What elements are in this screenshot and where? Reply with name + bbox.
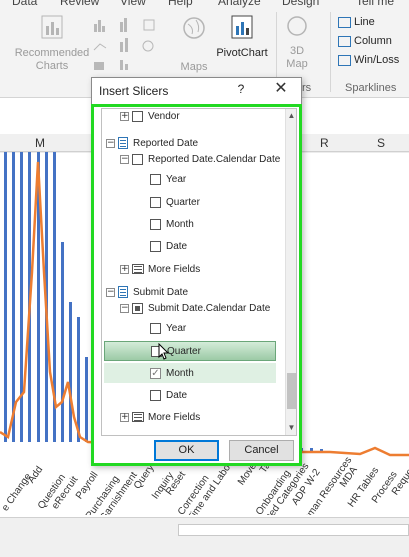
list-item-year[interactable]: Year — [150, 318, 296, 338]
list-item-month-checked[interactable]: ✓ Month — [104, 363, 276, 383]
tab-review[interactable]: Review — [60, 0, 99, 8]
tours-group-label: rs — [302, 82, 312, 94]
list-item-more-fields[interactable]: + More Fields — [120, 259, 296, 279]
expand-icon[interactable]: + — [120, 111, 129, 121]
checkbox[interactable] — [150, 389, 161, 401]
sparkline-line-label: Line — [354, 16, 375, 28]
checked-checkbox[interactable]: ✓ — [150, 367, 161, 379]
ok-button[interactable]: OK — [154, 440, 219, 461]
vertical-scroll-thumb[interactable] — [287, 373, 296, 409]
tab-analyze[interactable]: Analyze — [218, 0, 261, 8]
close-button[interactable]: ✕ — [272, 80, 290, 98]
list-item-label: Reported Date.Calendar Date — [148, 153, 281, 165]
checkbox[interactable] — [150, 240, 161, 252]
list-item-reported-calendar-date[interactable]: − Reported Date.Calendar Date — [120, 149, 296, 169]
column-header-s[interactable]: S — [377, 136, 385, 150]
ribbon-tab-strip: Data Review View Help Analyze Design Tel… — [0, 0, 409, 8]
tab-view[interactable]: View — [120, 0, 146, 8]
insert-slicers-dialog: Insert Slicers ? ✕ + Vendor − Reported D… — [91, 77, 302, 466]
recommended-charts-label: Recommended Charts — [14, 47, 90, 72]
winloss-sparkline-icon — [338, 54, 351, 66]
maps-label: Maps — [180, 61, 208, 73]
globe-icon — [183, 17, 205, 39]
list-item-label: Vendor — [148, 110, 180, 122]
pivotchart-icon — [231, 15, 253, 39]
3d-map-icon — [287, 16, 307, 36]
list-item-label: Date — [166, 240, 188, 252]
sparkline-winloss-button[interactable]: Win/Loss — [338, 54, 399, 66]
chart-type-icons[interactable] — [92, 16, 172, 74]
list-item-date[interactable]: Date — [150, 236, 296, 256]
cancel-button[interactable]: Cancel — [229, 440, 294, 461]
column-header-m[interactable]: M — [35, 136, 45, 150]
list-item-label: Year — [166, 173, 187, 185]
sparkline-line-button[interactable]: Line — [338, 16, 375, 28]
list-item-year[interactable]: Year — [150, 169, 296, 189]
vertical-scrollbar[interactable]: ▲ ▼ — [285, 109, 296, 435]
pivotchart-label: PivotChart — [216, 47, 268, 59]
sparkline-column-button[interactable]: Column — [338, 35, 392, 47]
checkbox[interactable] — [132, 153, 143, 165]
sparkline-winloss-label: Win/Loss — [354, 54, 400, 66]
more-fields-icon — [132, 264, 144, 274]
checkbox[interactable] — [150, 218, 161, 230]
collapse-icon[interactable]: − — [106, 287, 115, 297]
recommended-charts-button[interactable]: Recommended Charts — [14, 14, 90, 73]
collapse-icon[interactable]: − — [106, 138, 115, 148]
table-icon — [118, 286, 128, 298]
help-button[interactable]: ? — [234, 82, 248, 96]
list-item-label: Month — [166, 218, 194, 230]
list-item-more-fields[interactable]: + More Fields — [120, 407, 296, 427]
list-item-date[interactable]: Date — [150, 385, 296, 405]
list-item-label: Submit Date.Calendar Date — [148, 302, 271, 314]
table-icon — [118, 137, 128, 149]
field-list[interactable]: + Vendor − Reported Date − Reported Date… — [101, 108, 297, 436]
collapse-icon[interactable]: − — [120, 303, 129, 313]
column-header-r[interactable]: R — [320, 136, 329, 150]
list-item-label: Quarter — [167, 345, 201, 357]
expand-icon[interactable]: + — [120, 264, 129, 274]
list-item-label: Year — [166, 322, 187, 334]
column-sparkline-icon — [338, 35, 351, 47]
tab-tell-me[interactable]: Tell me wh — [356, 0, 409, 8]
list-item-quarter[interactable]: Quarter — [150, 192, 296, 212]
horizontal-scroll-thumb[interactable] — [178, 524, 409, 536]
tab-design[interactable]: Design — [282, 0, 319, 8]
list-item-label: More Fields — [148, 411, 201, 423]
tab-help[interactable]: Help — [168, 0, 193, 8]
list-item-label: Reported Date — [133, 137, 199, 149]
3d-map-label: 3D Map — [286, 45, 308, 70]
checkbox[interactable] — [150, 196, 161, 208]
list-item-label: Quarter — [166, 196, 200, 208]
list-item-quarter-hover[interactable]: Quarter — [104, 341, 276, 361]
list-item-label: Date — [166, 389, 188, 401]
expand-icon[interactable]: + — [120, 412, 129, 422]
list-item-vendor[interactable]: + Vendor — [120, 109, 296, 126]
3d-map-button[interactable]: 3D Map — [282, 14, 312, 71]
more-fields-icon — [132, 412, 144, 422]
list-item-label: Submit Date — [133, 286, 189, 298]
tab-data[interactable]: Data — [12, 0, 37, 8]
list-item-month[interactable]: Month — [150, 214, 296, 234]
pivotchart-button[interactable]: PivotChart — [214, 14, 270, 60]
partial-checkbox[interactable] — [132, 302, 143, 314]
list-item-label: More Fields — [148, 263, 201, 275]
checkbox[interactable] — [150, 322, 161, 334]
list-item-submit-calendar-date[interactable]: − Submit Date.Calendar Date — [120, 298, 296, 318]
scroll-up-arrow-icon[interactable]: ▲ — [287, 111, 296, 121]
checkbox[interactable] — [132, 110, 143, 122]
horizontal-scrollbar[interactable] — [0, 517, 409, 557]
dialog-title: Insert Slicers — [99, 84, 169, 98]
line-sparkline-icon — [338, 16, 351, 28]
list-item-label: Month — [166, 367, 194, 379]
sparklines-group-label: Sparklines — [345, 82, 397, 94]
mouse-cursor-icon — [158, 343, 170, 360]
collapse-icon[interactable]: − — [120, 154, 129, 164]
scroll-down-arrow-icon[interactable]: ▼ — [287, 423, 296, 433]
recommended-charts-icon — [41, 15, 63, 39]
maps-button[interactable]: Maps — [176, 16, 212, 74]
sparkline-column-label: Column — [354, 35, 392, 47]
checkbox[interactable] — [150, 173, 161, 185]
